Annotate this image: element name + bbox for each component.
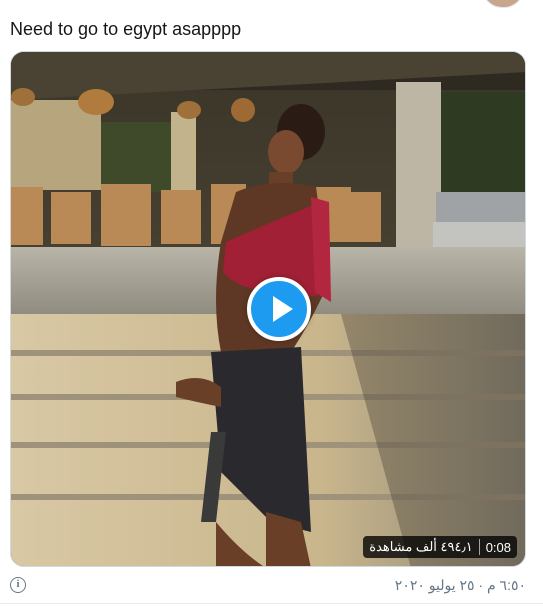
video-meta-overlay: ٤٩٤٫١ ألف مشاهدة 0:08 <box>363 536 517 558</box>
video-player[interactable]: ٤٩٤٫١ ألف مشاهدة 0:08 <box>10 51 526 567</box>
tweet-timestamp[interactable]: ٦:٥٠ م · ٢٥ يوليو ٢٠٢٠ <box>395 577 526 594</box>
tweet-footer: i ٦:٥٠ م · ٢٥ يوليو ٢٠٢٠ <box>10 575 526 597</box>
info-icon[interactable]: i <box>10 577 26 593</box>
play-icon <box>273 296 293 322</box>
play-button[interactable] <box>247 277 311 341</box>
view-count: ٤٩٤٫١ ألف مشاهدة <box>369 539 473 554</box>
author-avatar[interactable] <box>482 0 524 8</box>
divider <box>0 603 543 604</box>
tweet-text: Need to go to egypt asapppp <box>10 19 242 39</box>
video-duration: 0:08 <box>485 539 511 555</box>
